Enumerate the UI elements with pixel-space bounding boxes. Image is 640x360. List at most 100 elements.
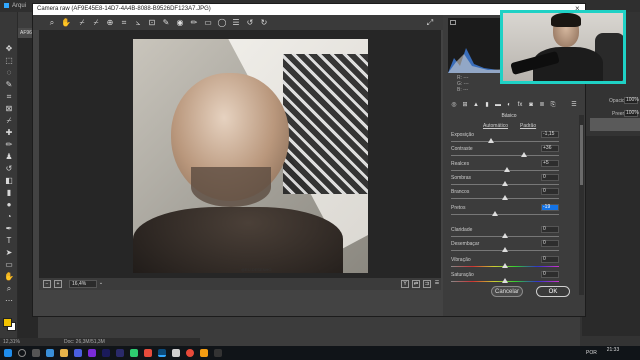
ok-button[interactable]: OK: [536, 286, 570, 297]
radial-filter-icon[interactable]: ◯: [217, 18, 227, 28]
tab-effects-icon[interactable]: fx: [516, 101, 524, 110]
clock[interactable]: 21:33: [603, 347, 623, 353]
copy-settings-icon[interactable]: ⇉: [423, 280, 431, 288]
slider-value-field[interactable]: 0: [541, 240, 559, 247]
slider-value-field[interactable]: +5: [541, 160, 559, 167]
opacity-field[interactable]: 100%: [624, 97, 639, 104]
color-sampler-icon[interactable]: ⌿: [91, 18, 101, 28]
task-view-icon[interactable]: [32, 349, 40, 357]
panel-menu-icon[interactable]: ☰: [570, 101, 578, 110]
before-after-y-icon[interactable]: Y: [401, 280, 409, 288]
rotate-left-icon[interactable]: ↺: [245, 18, 255, 28]
search-icon[interactable]: [18, 349, 26, 357]
blur-tool-icon[interactable]: ●: [3, 200, 15, 210]
slider-value-field[interactable]: -1,15: [541, 131, 559, 138]
preview-settings-icon[interactable]: ☰: [433, 280, 441, 288]
slider-knob[interactable]: [487, 138, 494, 143]
photoshop-taskbar-icon[interactable]: [158, 349, 166, 357]
slider-knob[interactable]: [504, 167, 511, 172]
slider-row[interactable]: Vibração 0: [451, 256, 569, 271]
targeted-adjust-icon[interactable]: ⊕: [105, 18, 115, 28]
eyedropper-tool-icon[interactable]: ⌿: [3, 116, 15, 126]
slider-row[interactable]: Brancos 0: [451, 188, 569, 203]
slider-value-field[interactable]: -19: [541, 204, 559, 211]
slider-knob[interactable]: [502, 278, 508, 283]
tab-detail-icon[interactable]: ▲: [472, 101, 480, 110]
eraser-tool-icon[interactable]: ◧: [3, 176, 15, 186]
slider-row[interactable]: Sombras 0: [451, 174, 569, 189]
slider-value-field[interactable]: +36: [541, 145, 559, 152]
zoom-icon[interactable]: ⌕: [47, 18, 57, 28]
default-link[interactable]: Padrão: [520, 123, 536, 129]
straighten-icon[interactable]: ⦣: [133, 18, 143, 28]
move-tool-icon[interactable]: ✥: [3, 44, 15, 54]
quick-select-tool-icon[interactable]: ✎: [3, 80, 15, 90]
hand-icon[interactable]: ✋: [61, 18, 71, 28]
zoom-level-select[interactable]: 16,4%: [69, 280, 97, 288]
slider-row[interactable]: Claridade 0: [451, 226, 569, 241]
crop-icon[interactable]: ⌗: [119, 18, 129, 28]
shadow-clipping-icon[interactable]: [450, 20, 456, 25]
edge-icon[interactable]: [46, 349, 54, 357]
slider-row[interactable]: Desembaçar 0: [451, 240, 569, 255]
slider-row[interactable]: Realces +5: [451, 160, 569, 175]
rotate-right-icon[interactable]: ↻: [259, 18, 269, 28]
windows-start-icon[interactable]: [4, 349, 12, 357]
fill-field[interactable]: 100%: [624, 110, 639, 117]
auto-link[interactable]: Automático: [483, 123, 508, 129]
app-icon-5[interactable]: [200, 349, 208, 357]
app-icon-1[interactable]: [74, 349, 82, 357]
app-icon-4[interactable]: [172, 349, 180, 357]
slider-knob[interactable]: [502, 263, 508, 268]
keyboard-language[interactable]: POR: [586, 350, 597, 356]
slider-knob[interactable]: [502, 233, 508, 238]
history-brush-icon[interactable]: ↺: [3, 164, 15, 174]
image-preview-area[interactable]: @EU.DESENHO: [39, 30, 441, 278]
slider-knob[interactable]: [492, 211, 499, 216]
adjustment-brush-icon[interactable]: ✏: [189, 18, 199, 28]
slider-value-field[interactable]: 0: [541, 174, 559, 181]
spot-removal-icon[interactable]: ✎: [161, 18, 171, 28]
layer-row-selected[interactable]: [590, 118, 640, 131]
slider-row[interactable]: Saturação 0: [451, 271, 569, 286]
fullscreen-icon[interactable]: ⤢: [425, 18, 435, 28]
path-select-icon[interactable]: ➤: [3, 248, 15, 258]
white-balance-icon[interactable]: ⌿: [77, 18, 87, 28]
zoom-tool-icon[interactable]: ⌕: [3, 284, 15, 294]
slider-knob[interactable]: [502, 247, 508, 252]
slider-row[interactable]: Contraste +36: [451, 145, 569, 160]
slider-row[interactable]: Exposição -1,15: [451, 131, 569, 146]
tab-calibration-icon[interactable]: ◙: [527, 101, 535, 110]
tab-presets-icon[interactable]: ≣: [538, 101, 546, 110]
tab-split-toning-icon[interactable]: ▬: [494, 101, 502, 110]
pen-tool-icon[interactable]: ✒: [3, 224, 15, 234]
red-eye-icon[interactable]: ◉: [175, 18, 185, 28]
swap-icon[interactable]: ⇄: [412, 280, 420, 288]
rectangle-tool-icon[interactable]: ▭: [3, 260, 15, 270]
dodge-tool-icon[interactable]: ◔: [3, 212, 15, 222]
tab-basic-icon[interactable]: ◎: [450, 101, 458, 110]
gradient-tool-icon[interactable]: ▮: [3, 188, 15, 198]
slider-track[interactable]: [451, 155, 559, 156]
panel-scrollbar-thumb[interactable]: [580, 125, 583, 185]
slider-value-field[interactable]: 0: [541, 256, 559, 263]
type-tool-icon[interactable]: T: [3, 236, 15, 246]
slider-knob[interactable]: [502, 195, 508, 200]
hand-tool-icon[interactable]: ✋: [3, 272, 15, 282]
crop-tool-icon[interactable]: ⌗: [3, 92, 15, 102]
lasso-tool-icon[interactable]: ◌: [3, 68, 15, 78]
slider-value-field[interactable]: 0: [541, 188, 559, 195]
more-tools-icon[interactable]: ⋯: [3, 296, 15, 306]
chevron-down-icon[interactable]: ⌄: [97, 280, 105, 288]
foreground-color-swatch[interactable]: [3, 318, 12, 327]
tab-tone-curve-icon[interactable]: ⊞: [461, 101, 469, 110]
slider-knob[interactable]: [502, 181, 508, 186]
after-effects-icon[interactable]: [102, 349, 110, 357]
preferences-icon[interactable]: ☰: [231, 18, 241, 28]
slider-track[interactable]: [451, 214, 559, 215]
slider-knob[interactable]: [521, 152, 528, 157]
app-icon-2[interactable]: [116, 349, 124, 357]
zoom-in-icon[interactable]: +: [54, 280, 62, 288]
slider-value-field[interactable]: 0: [541, 226, 559, 233]
graduated-filter-icon[interactable]: ▭: [203, 18, 213, 28]
